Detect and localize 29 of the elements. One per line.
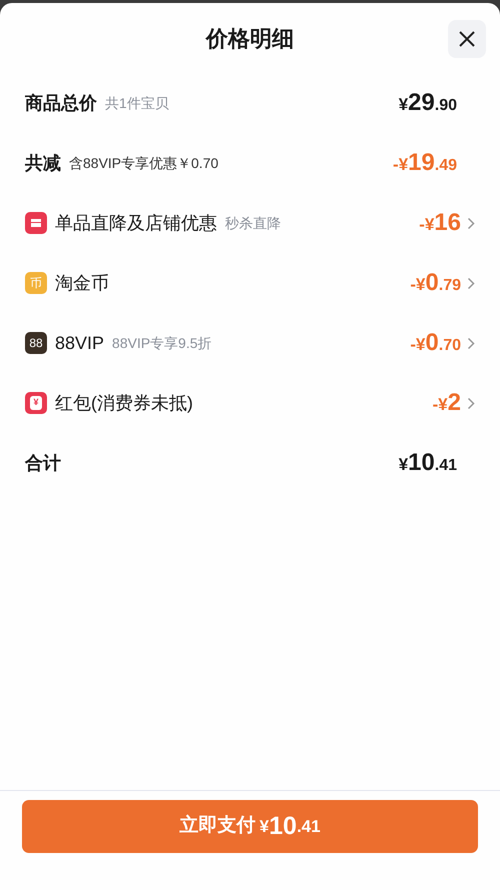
price: -¥19.49 [392,151,457,175]
badge-icon: 币 [25,272,47,294]
chevron-right-icon [467,216,475,230]
close-button[interactable] [448,20,486,58]
price: -¥0.70 [410,331,461,355]
row-label: 红包(消费券未抵) [55,392,193,415]
sheet-title: 价格明细 [206,24,294,52]
row-note: 含88VIP专享优惠￥0.70 [69,154,218,172]
row-label: 88VIP [55,332,104,354]
chevron-right-icon [467,336,475,350]
row-note: 共1件宝贝 [105,94,169,112]
close-icon [459,31,475,47]
chevron-right-icon [467,396,475,410]
envelope-icon: ¥ [25,392,47,414]
price: -¥0.79 [410,271,461,295]
row-label: 共减 [25,152,61,174]
row-label: 淘金币 [55,272,109,294]
price: -¥16 [419,211,461,235]
price: ¥29.90 [398,91,457,115]
price: -¥2 [432,391,461,415]
row-label: 商品总价 [25,92,97,114]
price: ¥10.41 [398,451,457,475]
row-note: 秒杀直降 [225,214,281,232]
pay-button[interactable]: 立即支付 ¥10.41 [22,800,478,853]
row-label: 合计 [25,452,61,474]
chevron-right-icon [467,276,475,290]
badge-icon: 88 [25,332,47,354]
row-note: 88VIP专享9.5折 [112,334,212,352]
row-label: 单品直降及店铺优惠 [55,212,217,234]
